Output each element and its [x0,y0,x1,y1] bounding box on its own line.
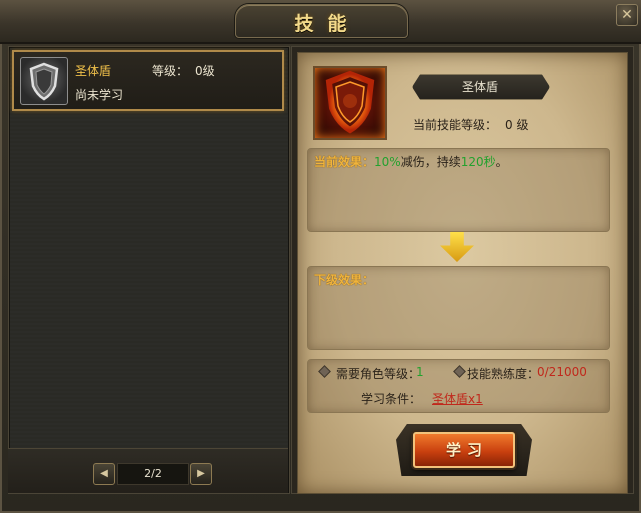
learn-button[interactable]: 学习 [413,432,515,468]
skill-name: 圣体盾 [461,80,498,94]
effect-text-end: 。 [495,155,508,169]
effect-text: 减伤，持续 [400,155,461,169]
flaming-shield-icon [313,66,387,140]
skill-item-status: 尚未学习 [75,88,124,102]
required-role-level-label: 需要角色等级： [336,367,421,381]
shield-icon [20,57,68,105]
proficiency-label: 技能熟练度： [467,367,540,381]
skill-list-panel [8,46,290,494]
page-next-button[interactable]: ▶ [190,463,212,485]
next-effect-label: 下级效果： [314,273,375,287]
close-button[interactable]: ✕ [616,4,638,26]
page-indicator: 2/2 [117,463,189,485]
effect-reduction-value: 10% [374,155,401,169]
window-title: 技能 [294,13,361,35]
skill-item-name: 圣体盾 [75,64,112,78]
current-level-value: 0 级 [505,118,529,132]
skill-item-level: 0级 [195,64,215,78]
required-role-level-value: 1 [416,365,424,379]
proficiency-value: 0/21000 [537,365,587,379]
current-level-label: 当前技能等级： [413,118,498,132]
learn-condition-label: 学习条件： [361,392,422,406]
current-effect-label: 当前效果： [314,155,375,169]
page-prev-button[interactable]: ◀ [93,463,115,485]
learn-condition-link[interactable]: 圣体盾x1 [432,390,483,407]
current-effect-line: 当前效果：10%减伤，持续120秒。 [314,153,508,170]
effect-duration-value: 120秒 [460,155,496,169]
skill-item-level-label: 等级： [152,64,189,78]
